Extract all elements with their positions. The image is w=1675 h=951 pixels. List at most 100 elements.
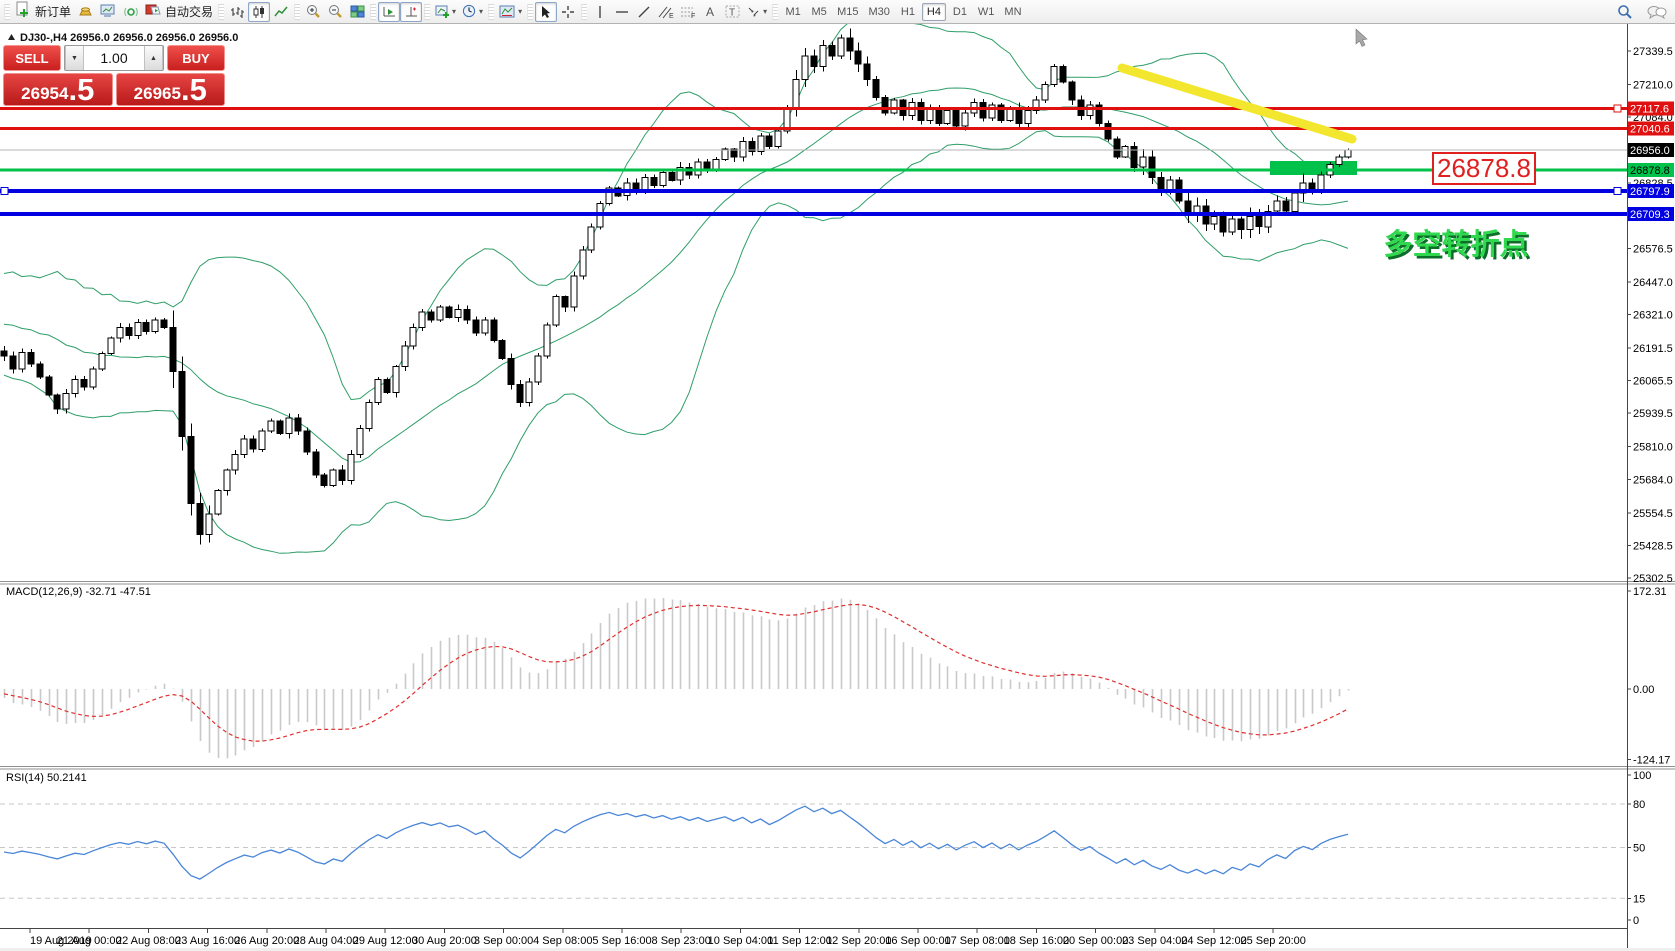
time-axis: 19 Aug 201921 Aug 00:0022 Aug 08:0023 Au… [30,929,1306,948]
equidistant-channel-button[interactable]: E [655,2,677,22]
tab-m5[interactable]: M5 [807,3,831,21]
vertical-line-button[interactable] [589,2,611,22]
macd-indicator [4,598,1349,758]
text-label-button[interactable]: T [721,2,743,22]
svg-text:172.31: 172.31 [1633,586,1667,598]
bar-chart-icon [230,5,244,19]
zoom-in-button[interactable] [302,2,324,22]
toolbar-grip [424,4,430,20]
volume-increase-button[interactable]: ▲ [144,46,163,70]
svg-text:18 Sep 16:00: 18 Sep 16:00 [1004,935,1069,947]
svg-text:25939.5: 25939.5 [1633,408,1673,420]
tab-h4[interactable]: H4 [922,3,946,21]
bar-chart-button[interactable] [226,2,248,22]
svg-text:25302.5: 25302.5 [1633,573,1673,585]
new-order-label: 新订单 [35,3,71,20]
tab-m15[interactable]: M15 [833,3,862,21]
macd-label: MACD(12,26,9) -32.71 -47.51 [6,586,151,598]
timeframe-group: M1M5M15M30H1H4D1W1MN [780,3,1026,21]
signal-icon [123,4,139,20]
zoom-out-button[interactable] [324,2,346,22]
sell-button[interactable]: SELL [3,45,61,71]
chart-canvas[interactable]: 27339.527210.027084.026956.026828.526703… [0,0,1675,951]
market-watch-button[interactable] [74,2,97,22]
buy-price-box[interactable]: 26965.5 [116,73,226,106]
symbol-ohlc-label: DJ30-,H4 26956.0 26956.0 26956.0 26956.0 [20,32,238,44]
auto-scroll-button[interactable] [378,2,400,22]
autotrade-button[interactable]: 自动交易 [142,2,216,22]
price-callout: 26878.8 [1433,153,1535,184]
svg-text:27117.6: 27117.6 [1630,103,1669,115]
svg-text:T: T [729,8,735,19]
svg-text:15: 15 [1633,893,1645,905]
svg-text:25810.0: 25810.0 [1633,442,1673,454]
svg-text:0: 0 [1633,915,1639,927]
new-chart-button[interactable]: ▾ [432,2,459,22]
signals-button[interactable] [120,2,142,22]
svg-text:26 Aug 20:00: 26 Aug 20:00 [234,935,299,947]
crosshair-button[interactable] [557,2,579,22]
svg-text:26878.8: 26878.8 [1437,153,1531,183]
svg-text:16 Sep 00:00: 16 Sep 00:00 [885,935,950,947]
terminal-icon [100,4,117,19]
periods-button[interactable]: ▾ [459,2,486,22]
tile-windows-button[interactable] [346,2,368,22]
svg-text:26709.3: 26709.3 [1630,209,1670,221]
svg-text:26447.0: 26447.0 [1633,277,1673,289]
price-axis: 27339.527210.027084.026956.026828.526703… [0,24,1674,948]
svg-text:17 Sep 08:00: 17 Sep 08:00 [944,935,1009,947]
text-button[interactable]: A [699,2,721,22]
text-label-icon: T [725,5,740,18]
tab-mn[interactable]: MN [1000,3,1025,21]
candlestick-chart-button[interactable] [248,2,270,22]
cursor-button[interactable] [535,2,557,22]
templates-button[interactable]: ▾ [496,2,525,22]
svg-text:25684.0: 25684.0 [1633,474,1673,486]
trendline-button[interactable] [633,2,655,22]
chevron-down-icon: ▾ [452,7,456,16]
tab-m30[interactable]: M30 [865,3,894,21]
toolbar: 新订单 自动交易 ▾ [0,0,1675,24]
volume-input[interactable]: 1.00 [84,46,144,70]
horizontal-line-button[interactable] [611,2,633,22]
autotrade-label: 自动交易 [165,3,213,20]
buy-button[interactable]: BUY [167,45,225,71]
search-icon[interactable] [1617,4,1633,20]
tab-m1[interactable]: M1 [781,3,805,21]
tab-h1[interactable]: H1 [896,3,920,21]
chat-icon[interactable] [1647,5,1667,20]
svg-text:E: E [669,13,674,19]
tile-windows-icon [350,5,365,18]
line-chart-button[interactable] [270,2,292,22]
svg-text:28 Aug 04:00: 28 Aug 04:00 [294,935,359,947]
svg-text:5 Sep 16:00: 5 Sep 16:00 [592,935,651,947]
svg-text:26065.5: 26065.5 [1633,376,1673,388]
volume-decrease-button[interactable]: ▼ [65,46,84,70]
tab-w1[interactable]: W1 [974,3,999,21]
svg-text:11 Sep 12:00: 11 Sep 12:00 [767,935,832,947]
sell-price-box[interactable]: 26954.5 [3,73,113,106]
terminal-button[interactable] [97,2,120,22]
svg-text:26191.5: 26191.5 [1633,343,1673,355]
mt4-window: { "toolbar": { "new_order_label": "新订单",… [0,0,1675,951]
tab-d1[interactable]: D1 [948,3,972,21]
new-order-icon [15,1,31,22]
sell-price-frac: .5 [68,76,94,104]
svg-text:30 Aug 20:00: 30 Aug 20:00 [412,935,477,947]
arrows-button[interactable]: ▾ [743,2,770,22]
text-icon: A [704,5,716,18]
volume-stepper: ▼ 1.00 ▲ [64,45,164,71]
fibonacci-icon: F [680,5,696,19]
highlight-box [1270,161,1357,175]
chart-shift-button[interactable] [400,2,422,22]
svg-text:27040.6: 27040.6 [1630,123,1670,135]
rsi-indicator [0,804,1627,898]
crosshair-icon [561,5,575,19]
chevron-down-icon: ▾ [518,7,522,16]
svg-text:29 Aug 12:00: 29 Aug 12:00 [353,935,418,947]
svg-text:80: 80 [1633,799,1645,811]
new-order-button[interactable]: 新订单 [12,2,74,22]
fibonacci-button[interactable]: F [677,2,699,22]
svg-text:22 Aug 08:00: 22 Aug 08:00 [116,935,181,947]
zoom-out-icon [328,4,343,19]
